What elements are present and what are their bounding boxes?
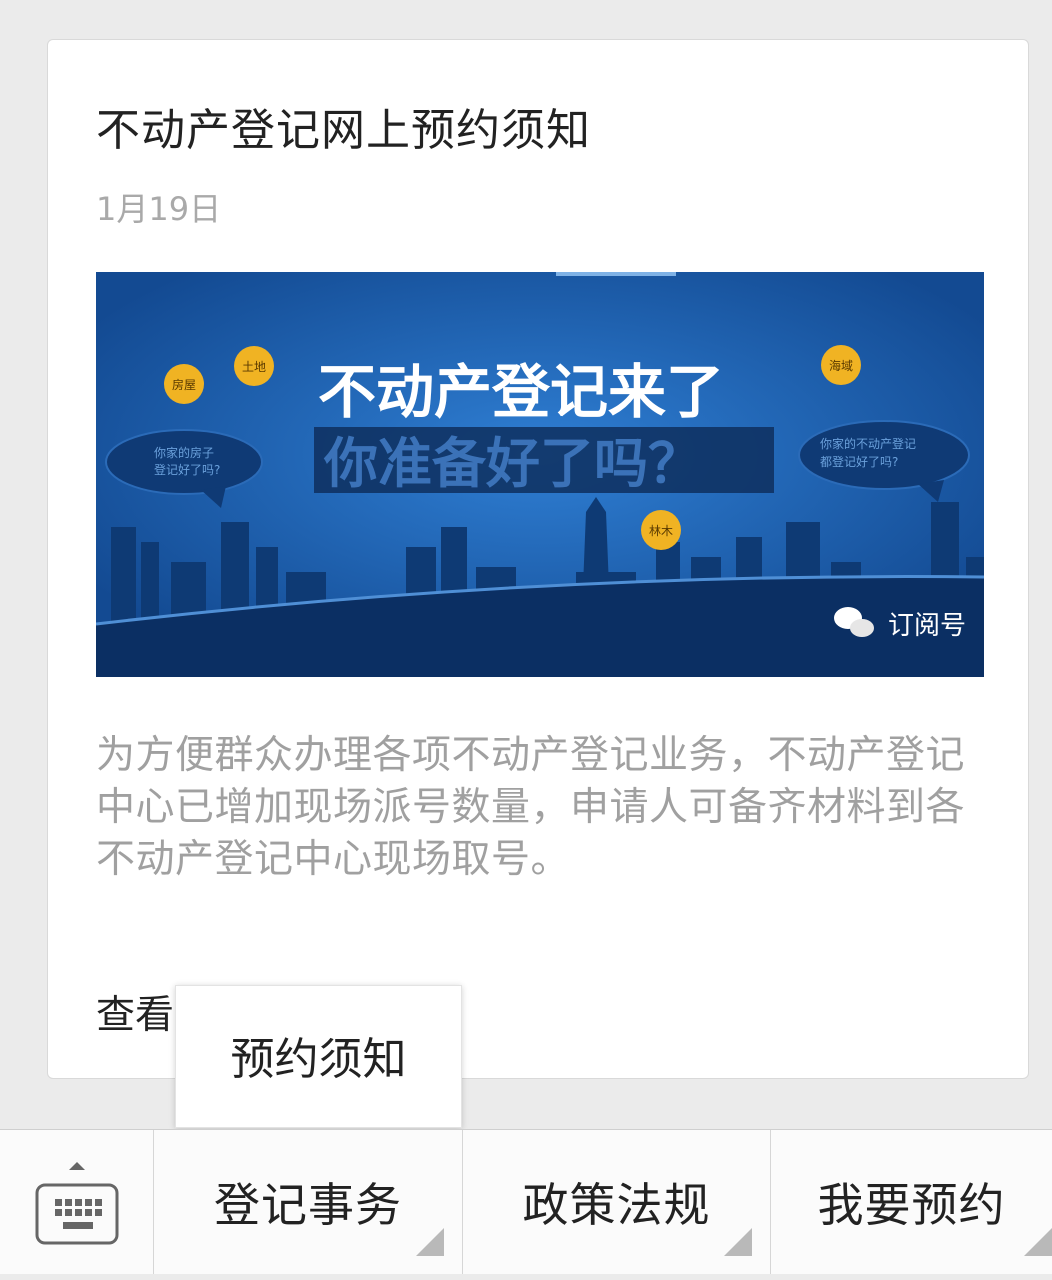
submenu-indicator-icon	[416, 1228, 444, 1256]
submenu-popup: 预约须知	[175, 985, 462, 1128]
cover-tag-land: 土地	[234, 346, 274, 386]
cover-headline-line1: 不动产登记来了	[318, 358, 724, 426]
svg-text:海域: 海域	[829, 358, 853, 373]
cover-watermark-text: 订阅号	[888, 611, 966, 641]
menu-button-registration-affairs[interactable]: 登记事务	[154, 1130, 463, 1274]
keyboard-toggle-button[interactable]	[0, 1130, 154, 1274]
menu-button-policies-regulations[interactable]: 政策法规	[463, 1130, 771, 1274]
article-title: 不动产登记网上预约须知	[96, 105, 591, 156]
read-more-link[interactable]: 查看	[96, 984, 174, 1040]
menu-button-label: 登记事务	[214, 1178, 402, 1232]
svg-text:都登记好了吗?: 都登记好了吗?	[820, 454, 898, 469]
svg-text:你家的不动产登记: 你家的不动产登记	[820, 436, 916, 451]
cover-headline-line2: 你准备好了吗？	[323, 432, 702, 495]
cover-tag-forest: 林木	[641, 510, 681, 550]
bottom-menu-bar: 登记事务 政策法规 我要预约	[0, 1129, 1052, 1274]
article-summary: 为方便群众办理各项不动产登记业务，不动产登记中心已增加现场派号数量，申请人可备齐…	[96, 733, 966, 882]
svg-text:林木: 林木	[649, 524, 673, 538]
menu-button-label: 政策法规	[522, 1178, 711, 1232]
svg-text:登记好了吗?: 登记好了吗?	[154, 462, 220, 477]
menu-button-make-appointment[interactable]: 我要预约	[771, 1130, 1052, 1274]
cover-tag-house: 房屋	[164, 364, 204, 404]
article-cover-image[interactable]: 不动产登记来了 你准备好了吗？ 房屋 土地 海域 林木 你家的房子 登记好了吗?…	[96, 272, 984, 677]
svg-text:房屋: 房屋	[172, 377, 196, 392]
article-date: 1月19日	[96, 190, 222, 228]
keyboard-icon	[35, 1162, 119, 1245]
submenu-indicator-icon	[1024, 1228, 1052, 1256]
svg-text:土地: 土地	[242, 360, 266, 374]
menu-button-label: 我要预约	[817, 1178, 1006, 1232]
submenu-indicator-icon	[724, 1228, 752, 1256]
submenu-item-appointment-notice[interactable]: 预约须知	[176, 986, 461, 1129]
cover-tag-sea: 海域	[821, 345, 861, 385]
article-card[interactable]: 不动产登记网上预约须知 1月19日 不动产登记来了 你准备好了吗？ 房屋 土地 …	[47, 39, 1029, 1079]
svg-text:你家的房子: 你家的房子	[154, 445, 214, 460]
